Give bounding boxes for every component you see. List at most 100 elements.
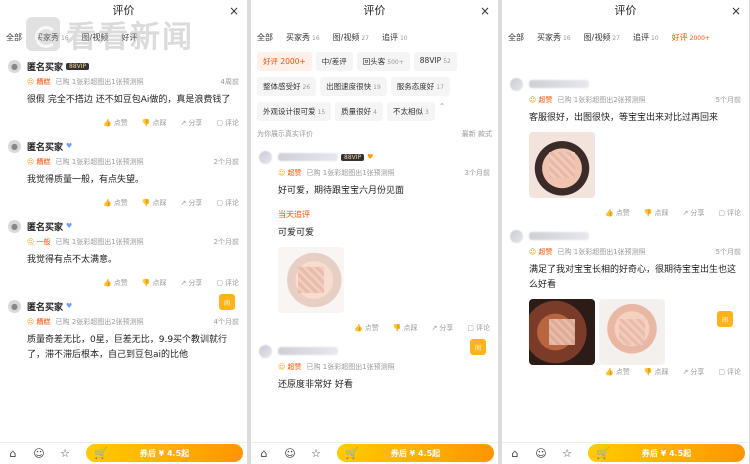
chip-cute-design[interactable]: 外观设计很可爱 15 xyxy=(257,102,332,121)
chip-good-reviews[interactable]: 好评 2000+ xyxy=(257,52,312,71)
review-photo[interactable] xyxy=(278,247,344,313)
chip-not-similar[interactable]: 不太相似 3 xyxy=(386,102,435,121)
sort-bar: 为你展示真实评价 最新 款式 xyxy=(251,127,498,143)
collapse-chevron-icon[interactable]: ⌃ xyxy=(439,102,446,121)
like-button[interactable]: 👍 点赞 xyxy=(103,118,128,128)
share-button[interactable]: ↗ 分享 xyxy=(432,323,454,333)
share-button[interactable]: ↗ 分享 xyxy=(181,278,203,288)
thumb-down-icon: 👎 xyxy=(643,209,653,217)
rating-face-icon: ☺ xyxy=(529,96,537,104)
cart-add-icon: 🛒 xyxy=(596,446,610,460)
share-button[interactable]: ↗ 分享 xyxy=(683,367,705,377)
close-icon[interactable]: × xyxy=(480,0,490,22)
page-title: 评价 xyxy=(112,4,135,17)
review-photo[interactable] xyxy=(529,132,595,198)
rating-label: ☹ 糟糕 xyxy=(27,318,51,326)
thumb-down-icon: 👎 xyxy=(141,119,151,127)
review-actions: 👍 点赞 👎 点踩 ↗ 分享 ▢ 评论 xyxy=(8,198,239,208)
review-photo[interactable] xyxy=(529,299,595,365)
comment-button[interactable]: ▢ 评论 xyxy=(718,208,741,218)
review-actions: 👍 点赞 👎 点踩 ↗ 分享 ▢ 评论 xyxy=(510,367,741,377)
review-item: 间 ☺ 超赞 已购 1张彩超图出1张预测照 还原度非常好 好看 xyxy=(251,337,498,397)
tab-photo-video[interactable]: 图/视频 27 xyxy=(333,32,369,43)
service-icon[interactable]: ☺ xyxy=(283,447,297,461)
shop-icon[interactable]: ⌂ xyxy=(508,447,522,461)
like-button[interactable]: 👍 点赞 xyxy=(103,198,128,208)
rating-face-icon: ☹ xyxy=(27,158,35,166)
share-icon: ↗ xyxy=(180,199,187,207)
buy-button[interactable]: 🛒 券后 ¥ 4.5起 xyxy=(588,444,745,462)
like-button[interactable]: 👍 点赞 xyxy=(605,367,630,377)
chip-overall-good[interactable]: 整体感受好 26 xyxy=(257,77,317,96)
cart-badge[interactable]: 间 xyxy=(219,294,235,310)
chip-good-service[interactable]: 服务态度好 17 xyxy=(390,77,450,96)
reviewer-name: 匿名买家 xyxy=(27,62,64,73)
dislike-button[interactable]: 👎 点踩 xyxy=(142,278,167,288)
close-icon[interactable]: × xyxy=(229,0,239,22)
chip-fast-output[interactable]: 出图速度很快 19 xyxy=(320,77,387,96)
comment-button[interactable]: ▢ 评论 xyxy=(216,198,239,208)
thumb-up-icon: 👍 xyxy=(103,119,112,127)
bottom-bar: ⌂ ☺ ☆ 🛒 券后 ¥ 4.5起 xyxy=(251,442,498,464)
review-item: ☺ 超赞 已购 1张彩超图出2张预测照 5个月前 客服很好，出图很快，等宝宝出来… xyxy=(502,52,749,222)
page-title: 评价 xyxy=(363,4,386,17)
tab-followup[interactable]: 追评 10 xyxy=(633,32,659,43)
buy-button[interactable]: 🛒 券后 ¥ 4.5起 xyxy=(86,444,243,462)
cart-badge[interactable]: 间 xyxy=(717,311,733,327)
review-date: 3个月前 xyxy=(464,169,490,177)
share-button[interactable]: ↗ 分享 xyxy=(181,118,203,128)
like-button[interactable]: 👍 点赞 xyxy=(605,208,630,218)
review-panel-left: 评价 × 全部 买家秀 16 图/视频 好评 ● 匿名买家 88VIP ☹ 糟糕 … xyxy=(0,0,247,464)
chip-mid-bad[interactable]: 中/差评 xyxy=(315,52,353,71)
shop-icon[interactable]: ⌂ xyxy=(6,447,20,461)
comment-button[interactable]: ▢ 评论 xyxy=(718,367,741,377)
tab-photo-video[interactable]: 图/视频 xyxy=(82,32,109,43)
comment-button[interactable]: ▢ 评论 xyxy=(467,323,490,333)
share-icon: ↗ xyxy=(682,368,689,376)
share-button[interactable]: ↗ 分享 xyxy=(683,208,705,218)
cart-badge[interactable]: 间 xyxy=(470,339,486,355)
tab-good-reviews[interactable]: 好评 2000+ xyxy=(672,32,710,43)
review-text: 客服很好，出图很快，等宝宝出来对比过再回来 xyxy=(529,113,719,123)
tab-good-reviews[interactable]: 好评 xyxy=(121,32,137,43)
tab-all[interactable]: 全部 xyxy=(6,32,22,43)
chip-good-quality[interactable]: 质量很好 4 xyxy=(335,102,383,121)
dislike-button[interactable]: 👎 点踩 xyxy=(644,208,669,218)
tab-all[interactable]: 全部 xyxy=(508,32,524,43)
like-button[interactable]: 👍 点赞 xyxy=(354,323,379,333)
share-icon: ↗ xyxy=(180,279,187,287)
comment-button[interactable]: ▢ 评论 xyxy=(216,118,239,128)
tab-buyer-show[interactable]: 买家秀 16 xyxy=(35,32,69,43)
service-icon[interactable]: ☺ xyxy=(32,447,46,461)
review-photo[interactable] xyxy=(599,299,665,365)
dislike-button[interactable]: 👎 点踩 xyxy=(142,118,167,128)
review-tabs: 全部 买家秀 16 图/视频 27 追评 10 好评 2000+ xyxy=(502,22,749,52)
tab-followup[interactable]: 追评 10 xyxy=(382,32,408,43)
dislike-button[interactable]: 👎 点踩 xyxy=(644,367,669,377)
tab-photo-video[interactable]: 图/视频 27 xyxy=(584,32,620,43)
close-icon[interactable]: × xyxy=(731,0,741,22)
rating-label: ☺ 超赞 xyxy=(278,169,302,177)
star-icon[interactable]: ☆ xyxy=(560,447,574,461)
review-panel-right: 评价 × 全部 买家秀 16 图/视频 27 追评 10 好评 2000+ ☺ 超赞 已… xyxy=(502,0,749,464)
comment-button[interactable]: ▢ 评论 xyxy=(216,278,239,288)
chip-88vip[interactable]: 88VIP 52 xyxy=(413,52,457,71)
dislike-button[interactable]: 👎 点踩 xyxy=(142,198,167,208)
shop-icon[interactable]: ⌂ xyxy=(257,447,271,461)
avatar xyxy=(510,229,523,243)
chip-returning[interactable]: 回头客 500+ xyxy=(356,52,410,71)
service-icon[interactable]: ☺ xyxy=(534,447,548,461)
purchase-meta: 已购 1张彩超图出1张预测照 xyxy=(55,158,144,166)
share-button[interactable]: ↗ 分享 xyxy=(181,198,203,208)
tab-buyer-show[interactable]: 买家秀 16 xyxy=(286,32,320,43)
sort-options[interactable]: 最新 款式 xyxy=(462,129,492,139)
dislike-button[interactable]: 👎 点踩 xyxy=(393,323,418,333)
like-button[interactable]: 👍 点赞 xyxy=(103,278,128,288)
tab-all[interactable]: 全部 xyxy=(257,32,273,43)
star-icon[interactable]: ☆ xyxy=(58,447,72,461)
star-icon[interactable]: ☆ xyxy=(309,447,323,461)
tab-buyer-show[interactable]: 买家秀 16 xyxy=(537,32,571,43)
avatar xyxy=(259,344,272,358)
share-icon: ↗ xyxy=(682,209,689,217)
buy-button[interactable]: 🛒 券后 ¥ 4.5起 xyxy=(337,444,494,462)
